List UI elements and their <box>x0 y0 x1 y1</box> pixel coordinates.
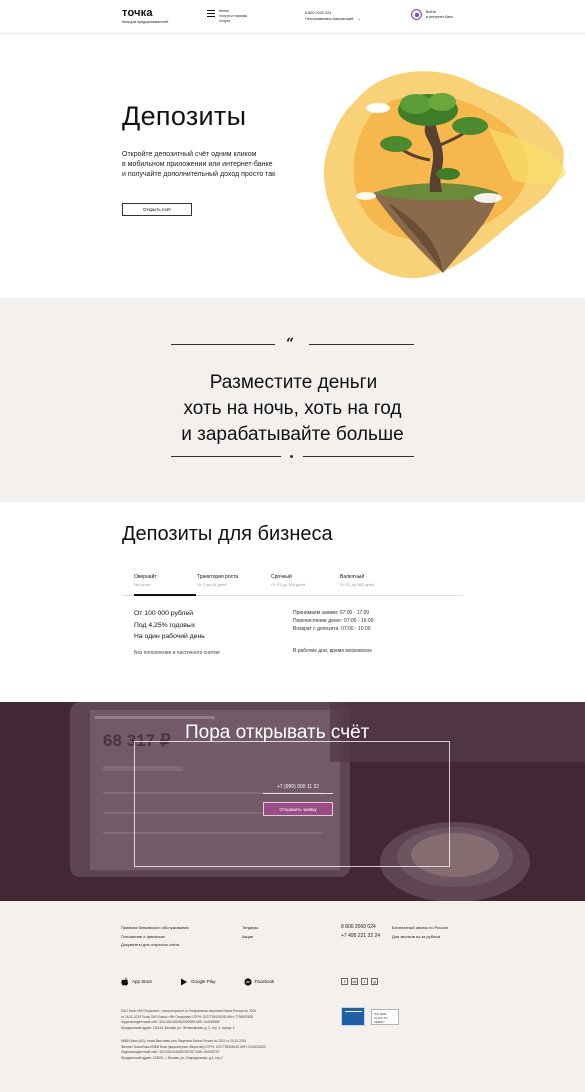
menu-sub2: Услуги <box>219 19 231 23</box>
deposit-schedule: Принимаем заявки: 07:00 - 17:00 Перечисл… <box>293 609 373 655</box>
footer-phone1[interactable]: 8 800 2000 024 <box>341 923 380 932</box>
tab-name: Овернайт <box>134 574 157 580</box>
deposits-section: Депозиты для бизнеса Овернайт На сутки Т… <box>0 502 585 702</box>
tab-sub: На сутки <box>134 582 151 587</box>
legal-line: Юридический адрес: 123001, г. Москва, ул… <box>121 1055 223 1060</box>
tab-currency[interactable]: Валютный От 31 до 360 дней <box>340 574 402 596</box>
deposit-tabs: Овернайт На сутки Траектория роста От 2 … <box>122 574 463 596</box>
footer-link[interactable]: Документы для открытия счёта <box>121 941 189 950</box>
social-icons: f vk t g <box>341 978 378 985</box>
deposit-rate: Под 4,25% годовых <box>134 621 196 629</box>
page-title: Депозиты <box>122 101 247 131</box>
quote-line3: и зарабатывайте больше <box>181 424 404 445</box>
quote-divider-left <box>171 344 275 345</box>
tab-name: Валютный <box>340 574 365 580</box>
facebook-label: Facebook <box>254 979 275 984</box>
facebook-link[interactable]: Facebook <box>243 977 275 986</box>
hero-text-line1: Откройте депозитный счёт одним кликом <box>122 151 257 158</box>
phone1-description: Бесплатный звонок по России <box>392 925 448 930</box>
menu-text: Меню Услуги и тарифы Услуги <box>219 9 247 24</box>
tab-term[interactable]: Срочный От 31 до 360 дней <box>271 574 333 596</box>
quote-dot <box>290 455 293 458</box>
facebook-icon[interactable]: f <box>341 978 348 985</box>
partner-badge[interactable] <box>341 1007 365 1026</box>
cta-section: 68 317 ₽ Пора открывать счёт +7 (999) 00… <box>0 702 585 901</box>
google-play-icon <box>181 978 188 985</box>
app-store-label: App Store <box>132 979 153 984</box>
phone-input[interactable]: +7 (999) 000 11 22 <box>263 784 333 794</box>
submit-application-button[interactable]: Отправить заявку <box>263 802 333 816</box>
chevron-down-icon: ⌄ <box>357 16 361 21</box>
legal-info-bank1: ПАО Банк «ФК Открытие», точка.открытие.r… <box>121 1009 311 1031</box>
footer-link[interactable]: Правила банковского обслуживания <box>121 924 189 933</box>
vk-icon[interactable]: vk <box>351 978 358 985</box>
logo[interactable]: точка банк для предпринимателей <box>122 7 168 24</box>
site-header: точка банк для предпринимателей Меню Усл… <box>0 0 585 34</box>
iso-certificate-badge[interactable]: ISO 9001 CLICK TO VERIFY <box>371 1009 399 1025</box>
footer-phone-desc: Бесплатный звонок по России Для звонков … <box>392 924 448 941</box>
deposits-title: Депозиты для бизнеса <box>122 523 333 545</box>
login-link[interactable]: Войти в интернет-банк <box>411 9 453 20</box>
hero-text-line2: в мобильном приложении или интернет-банк… <box>122 161 273 168</box>
schedule-return: Возврат с депозита: 07:00 - 10:00 <box>293 626 371 632</box>
app-store-link[interactable]: App Store <box>121 977 152 986</box>
footer-phones: 8 800 2000 024 +7 495 221 32 24 <box>341 923 380 940</box>
google-play-link[interactable]: Google Play <box>180 978 216 986</box>
google-plus-icon[interactable]: g <box>371 978 378 985</box>
tab-sub: От 2 до 44 дней <box>197 582 227 587</box>
login-text: Войти в интернет-банк <box>426 10 453 20</box>
google-play-label: Google Play <box>191 979 216 984</box>
header-phone-block[interactable]: 8 800 2000 024 Петропавловск-Камчатский ⌄ <box>305 11 361 22</box>
footer-link[interactable]: Положение о финансах <box>121 933 189 942</box>
phone2-description: Для звонков из-за рубежа <box>392 933 441 939</box>
login-line2: в интернет-банк <box>426 14 453 19</box>
footer-phone2[interactable]: +7 495 221 32 24 <box>341 932 380 941</box>
quote-line1: Разместите деньги <box>209 372 378 393</box>
tab-name: Срочный <box>271 574 292 580</box>
hero-section: Депозиты Откройте депозитный счёт одним … <box>0 34 585 298</box>
floating-island-illustration <box>323 71 566 279</box>
deposit-note: Без пополнения и частичного снятия <box>134 649 220 656</box>
footer-links-docs: Правила банковского обслуживания Положен… <box>121 924 189 950</box>
quote-section: “ Разместите деньги хоть на ночь, хоть н… <box>0 298 585 502</box>
quote-line2: хоть на ночь, хоть на год <box>183 398 402 419</box>
deposit-period: На один рабочий день <box>134 633 205 640</box>
footer-links-misc: Тендеры Акции <box>242 924 258 941</box>
tab-sub: От 31 до 360 дней <box>271 582 306 587</box>
tab-sub: От 31 до 360 дней <box>340 582 375 587</box>
schedule-transfer: Перечисление денег: 07:00 - 16:00 <box>293 618 374 624</box>
hamburger-icon <box>207 10 215 17</box>
quote-text: Разместите деньги хоть на ночь, хоть на … <box>0 370 585 448</box>
badge-line2: CLICK TO VERIFY <box>374 1016 388 1024</box>
cta-title: Пора открывать счёт <box>185 722 370 743</box>
messenger-icon <box>243 977 252 986</box>
twitter-icon[interactable]: t <box>361 978 368 985</box>
schedule-note: В рабочие дни, время московское <box>293 648 373 654</box>
city-selector[interactable]: Петропавловск-Камчатский <box>305 17 353 21</box>
open-account-button[interactable]: Открыть счёт <box>122 203 192 216</box>
logo-name: точка <box>122 7 153 19</box>
hero-description: Откройте депозитный счёт одним кликом в … <box>122 150 322 180</box>
menu-button[interactable]: Меню Услуги и тарифы Услуги <box>207 9 247 24</box>
legal-info-bank2: КИВИ Банк (АО), точка.банк.киви.com Лице… <box>121 1039 311 1061</box>
store-links: App Store Google Play Facebook <box>121 977 302 986</box>
quote-bottom-divider-left <box>171 456 281 457</box>
quote-bottom-divider-right <box>303 456 414 457</box>
quote-divider-right <box>309 344 414 345</box>
tab-overnight[interactable]: Овернайт На сутки <box>134 574 196 596</box>
user-icon <box>411 9 422 20</box>
footer-link[interactable]: Тендеры <box>242 924 258 933</box>
deposit-terms: От 100 000 рублей Под 4,25% годовых На о… <box>134 608 220 659</box>
apple-icon <box>121 977 129 986</box>
footer-link[interactable]: Акции <box>242 933 258 942</box>
site-footer: Правила банковского обслуживания Положен… <box>0 901 585 1092</box>
tab-growth-trajectory[interactable]: Траектория роста От 2 до 44 дней <box>197 574 259 596</box>
logo-tagline: банк для предпринимателей <box>122 20 169 24</box>
deposit-min-amount: От 100 000 рублей <box>134 610 194 617</box>
quote-mark-icon: “ <box>286 336 295 352</box>
tab-name: Траектория роста <box>197 574 239 580</box>
legal-line: Юридический адрес: 115114, Москва, ул. Л… <box>121 1025 235 1030</box>
schedule-applications: Принимаем заявки: 07:00 - 17:00 <box>293 610 370 616</box>
hero-text-line3: и получайте дополнительный доход просто … <box>122 171 276 178</box>
